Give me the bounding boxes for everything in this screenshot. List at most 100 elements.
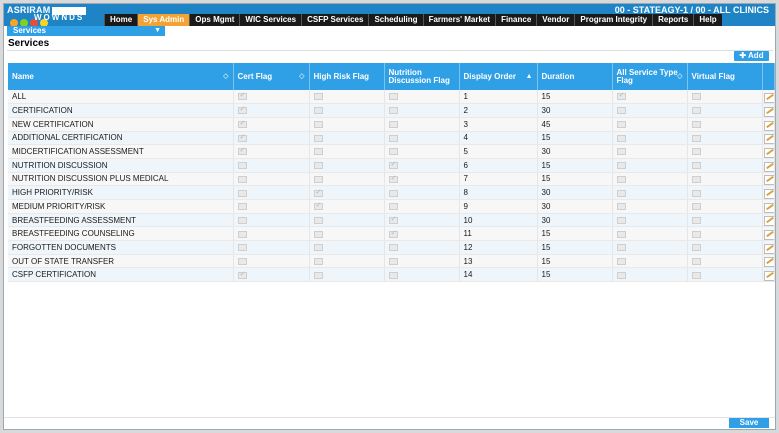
sort-icon[interactable]: ◇ <box>299 73 304 81</box>
table-row[interactable]: ADDITIONAL CERTIFICATION 415 <box>8 131 775 146</box>
nutrition-discussion-flag-checkbox[interactable] <box>388 257 398 265</box>
table-row[interactable]: BREASTFEEDING COUNSELING 1115 <box>8 226 775 242</box>
nutrition-discussion-flag-checkbox[interactable] <box>388 189 398 197</box>
edit-icon[interactable] <box>763 230 773 240</box>
cert-flag-checkbox[interactable] <box>237 270 247 279</box>
cert-flag-checkbox[interactable] <box>237 244 247 252</box>
virtual-flag-checkbox[interactable] <box>691 257 701 265</box>
nutrition-discussion-flag-checkbox[interactable] <box>388 134 398 142</box>
cert-flag-checkbox[interactable] <box>237 162 247 170</box>
add-button[interactable]: ✚ Add <box>734 51 769 61</box>
cert-flag-checkbox[interactable] <box>237 133 247 142</box>
all-service-type-flag-checkbox[interactable] <box>616 91 626 101</box>
nutrition-discussion-flag-checkbox[interactable] <box>388 203 398 211</box>
nav-item-program-integrity[interactable]: Program Integrity <box>574 14 653 26</box>
cert-flag-checkbox[interactable] <box>237 216 247 224</box>
virtual-flag-checkbox[interactable] <box>691 203 701 211</box>
table-row[interactable]: MIDCERTIFICATION ASSESSMENT 530 <box>8 144 775 159</box>
nutrition-discussion-flag-checkbox[interactable] <box>388 107 398 115</box>
virtual-flag-checkbox[interactable] <box>691 244 701 252</box>
cert-flag-checkbox[interactable] <box>237 105 247 115</box>
edit-icon[interactable] <box>763 161 773 172</box>
column-header-name[interactable]: Name ◇ <box>8 63 234 90</box>
nutrition-discussion-flag-checkbox[interactable] <box>388 215 398 224</box>
nav-item-finance[interactable]: Finance <box>495 14 537 26</box>
high-risk-flag-checkbox[interactable] <box>313 134 323 142</box>
all-service-type-flag-checkbox[interactable] <box>616 134 626 142</box>
virtual-flag-checkbox[interactable] <box>691 271 701 279</box>
column-header-display-order[interactable]: Display Order ▲ <box>459 63 538 90</box>
services-dropdown[interactable]: Services ▼ <box>7 26 165 36</box>
nutrition-discussion-flag-checkbox[interactable] <box>388 121 398 129</box>
all-service-type-flag-checkbox[interactable] <box>616 121 626 129</box>
high-risk-flag-checkbox[interactable] <box>313 107 323 115</box>
high-risk-flag-checkbox[interactable] <box>313 162 323 170</box>
all-service-type-flag-checkbox[interactable] <box>616 230 626 238</box>
all-service-type-flag-checkbox[interactable] <box>616 162 626 170</box>
nutrition-discussion-flag-checkbox[interactable] <box>388 160 398 170</box>
cert-flag-checkbox[interactable] <box>237 146 247 156</box>
table-row[interactable]: BREASTFEEDING ASSESSMENT 1030 <box>8 213 775 228</box>
all-service-type-flag-checkbox[interactable] <box>616 271 626 279</box>
virtual-flag-checkbox[interactable] <box>691 230 701 238</box>
table-row[interactable]: HIGH PRIORITY/RISK 830 <box>8 185 775 200</box>
table-row[interactable]: NEW CERTIFICATION 345 <box>8 117 775 132</box>
cert-flag-checkbox[interactable] <box>237 119 247 129</box>
virtual-flag-checkbox[interactable] <box>691 107 701 115</box>
edit-icon[interactable] <box>763 175 773 185</box>
column-header-high-risk-flag[interactable]: High Risk Flag <box>309 63 385 90</box>
virtual-flag-checkbox[interactable] <box>691 148 701 156</box>
virtual-flag-checkbox[interactable] <box>691 162 701 170</box>
table-row[interactable]: NUTRITION DISCUSSION PLUS MEDICAL 715 <box>8 172 775 187</box>
sort-icon[interactable]: ◇ <box>223 73 228 81</box>
high-risk-flag-checkbox[interactable] <box>313 175 323 183</box>
all-service-type-flag-checkbox[interactable] <box>616 216 626 224</box>
high-risk-flag-checkbox[interactable] <box>313 216 323 224</box>
virtual-flag-checkbox[interactable] <box>691 216 701 224</box>
all-service-type-flag-checkbox[interactable] <box>616 257 626 265</box>
virtual-flag-checkbox[interactable] <box>691 93 701 101</box>
all-service-type-flag-checkbox[interactable] <box>616 107 626 115</box>
high-risk-flag-checkbox[interactable] <box>313 188 323 197</box>
cert-flag-checkbox[interactable] <box>237 189 247 197</box>
nutrition-discussion-flag-checkbox[interactable] <box>388 148 398 156</box>
high-risk-flag-checkbox[interactable] <box>313 148 323 156</box>
nutrition-discussion-flag-checkbox[interactable] <box>388 271 398 279</box>
nav-item-farmers-market[interactable]: Farmers' Market <box>422 14 496 26</box>
all-service-type-flag-checkbox[interactable] <box>616 175 626 183</box>
all-service-type-flag-checkbox[interactable] <box>616 244 626 252</box>
all-service-type-flag-checkbox[interactable] <box>616 189 626 197</box>
table-row[interactable]: NUTRITION DISCUSSION 615 <box>8 158 775 173</box>
high-risk-flag-checkbox[interactable] <box>313 201 323 211</box>
column-header-cert-flag[interactable]: Cert Flag ◇ <box>233 63 310 90</box>
edit-icon[interactable] <box>763 106 773 117</box>
high-risk-flag-checkbox[interactable] <box>313 121 323 129</box>
virtual-flag-checkbox[interactable] <box>691 175 701 183</box>
virtual-flag-checkbox[interactable] <box>691 134 701 142</box>
table-row[interactable]: OUT OF STATE TRANSFER 13 15 <box>8 254 775 269</box>
high-risk-flag-checkbox[interactable] <box>313 93 323 101</box>
column-header-nutrition-discussion-flag[interactable]: Nutrition Discussion Flag <box>384 63 460 90</box>
nutrition-discussion-flag-checkbox[interactable] <box>388 174 398 183</box>
nav-item-reports[interactable]: Reports <box>652 14 694 26</box>
edit-icon[interactable] <box>763 189 773 199</box>
nav-item-wic-services[interactable]: WIC Services <box>239 14 302 26</box>
cert-flag-checkbox[interactable] <box>237 203 247 211</box>
nav-item-scheduling[interactable]: Scheduling <box>368 14 423 26</box>
nav-item-vendor[interactable]: Vendor <box>536 14 575 26</box>
cert-flag-checkbox[interactable] <box>237 257 247 265</box>
column-header-virtual-flag[interactable]: Virtual Flag <box>687 63 763 90</box>
nutrition-discussion-flag-checkbox[interactable] <box>388 93 398 101</box>
table-row[interactable]: FORGOTTEN DOCUMENTS 12 15 <box>8 240 775 255</box>
edit-icon[interactable] <box>763 92 773 103</box>
all-service-type-flag-checkbox[interactable] <box>616 148 626 156</box>
sort-icon[interactable]: ◇ <box>677 73 682 81</box>
edit-icon[interactable] <box>763 257 773 267</box>
virtual-flag-checkbox[interactable] <box>691 189 701 197</box>
edit-icon[interactable] <box>763 271 773 281</box>
nav-item-csfp-services[interactable]: CSFP Services <box>301 14 369 26</box>
edit-icon[interactable] <box>763 147 773 158</box>
sort-icon[interactable]: ▲ <box>526 73 533 81</box>
cert-flag-checkbox[interactable] <box>237 175 247 183</box>
edit-icon[interactable] <box>763 216 773 226</box>
